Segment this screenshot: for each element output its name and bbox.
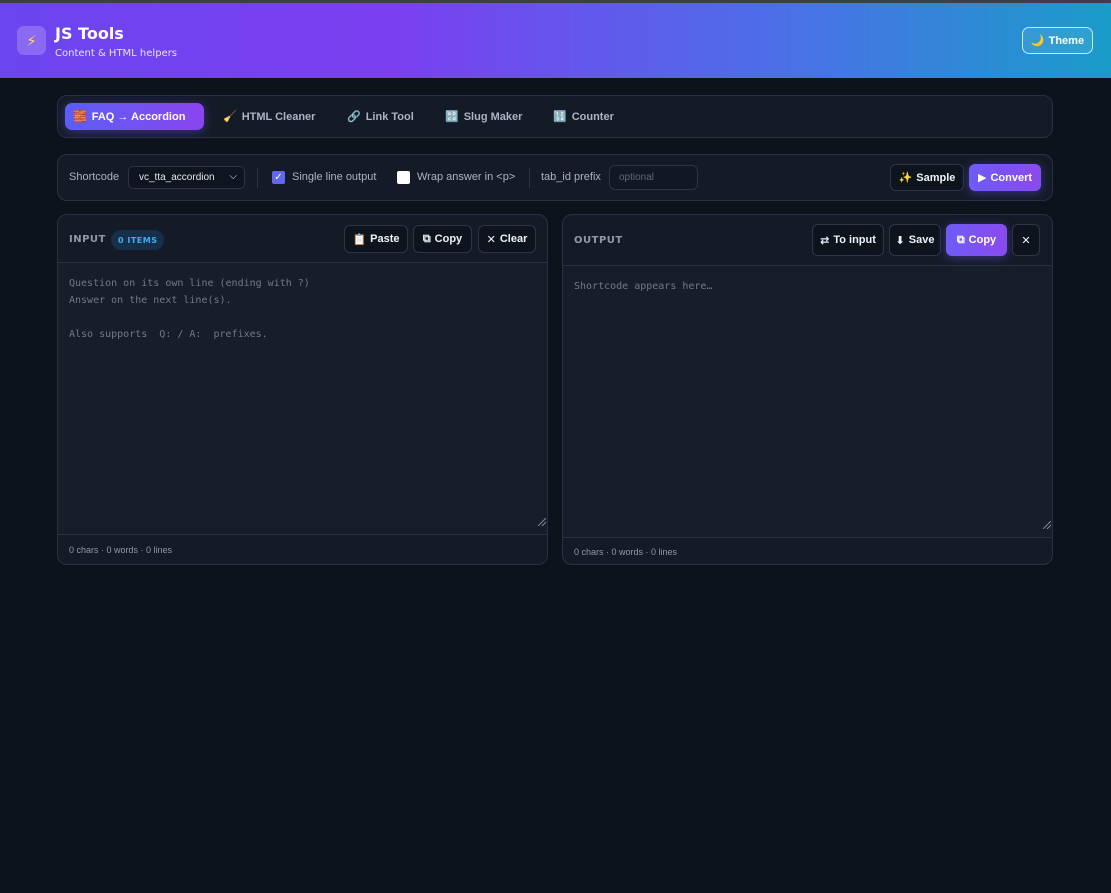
app-header: ⚡ JS Tools Content & HTML helpers 🌙 Them…	[0, 3, 1111, 78]
save-button-label: Save	[908, 234, 935, 246]
tab-counter[interactable]: 🔢 Counter	[545, 103, 622, 130]
output-title: OUTPUT	[574, 235, 623, 246]
tab-slug-maker[interactable]: 🔡 Slug Maker	[437, 103, 530, 130]
copy-input-button[interactable]: ⧉ Copy	[413, 225, 472, 253]
tab-html-cleaner[interactable]: 🧹 HTML Cleaner	[215, 103, 323, 130]
link-icon: 🔗	[347, 111, 361, 123]
tab-faq-accordion[interactable]: 🧱 FAQ → Accordion	[65, 103, 204, 130]
lightning-icon: ⚡	[17, 26, 46, 55]
shortcode-label: Shortcode	[69, 171, 120, 183]
copy-button-label: Copy	[968, 234, 997, 246]
tab-label: FAQ → Accordion	[91, 110, 186, 123]
app-title: JS Tools	[55, 24, 124, 43]
clear-button-label: Clear	[499, 233, 528, 245]
bricks-icon: 🧱	[73, 111, 87, 123]
sample-button-label: Sample	[916, 171, 956, 184]
shortcode-value: vc_tta_accordion	[139, 172, 215, 183]
input-textarea[interactable]: Question on its own line (ending with ?)…	[58, 263, 547, 534]
sparkles-icon: ✨	[898, 172, 913, 184]
tab-label: HTML Cleaner	[241, 110, 316, 123]
output-panel-header: OUTPUT ⇄ To input ⬇ Save ⧉ Copy ✕	[563, 215, 1052, 266]
tab-id-label: tab_id prefix	[541, 171, 601, 183]
single-line-label: Single line output	[292, 171, 377, 183]
clear-button[interactable]: ✕ Clear	[478, 225, 536, 253]
save-button[interactable]: ⬇ Save	[889, 224, 941, 256]
to-input-button[interactable]: ⇄ To input	[812, 224, 884, 256]
tab-link-tool[interactable]: 🔗 Link Tool	[339, 103, 422, 130]
item-count-badge: 0 ITEMS	[111, 230, 165, 250]
chevron-down-icon: ⌵	[229, 171, 237, 182]
convert-button[interactable]: ▶ Convert	[969, 164, 1041, 191]
input-title: INPUT	[69, 234, 106, 245]
clear-output-button[interactable]: ✕	[1012, 224, 1040, 256]
options-toolbar: Shortcode vc_tta_accordion ⌵ ✓ Single li…	[57, 154, 1053, 201]
tab-label: Slug Maker	[463, 110, 523, 123]
tool-tabs: 🧱 FAQ → Accordion 🧹 HTML Cleaner 🔗 Link …	[57, 95, 1053, 138]
app-subtitle: Content & HTML helpers	[55, 48, 178, 59]
single-line-checkbox[interactable]: ✓	[272, 171, 285, 184]
paste-button[interactable]: 📋 Paste	[344, 225, 408, 253]
close-icon: ✕	[486, 233, 496, 246]
wrap-answer-checkbox[interactable]	[397, 171, 410, 184]
tab-label: Link Tool	[365, 110, 414, 123]
theme-toggle-button[interactable]: 🌙 Theme	[1022, 27, 1093, 54]
play-icon: ▶	[977, 172, 987, 184]
shortcode-select[interactable]: vc_tta_accordion ⌵	[128, 166, 245, 189]
copy-button-label: Copy	[434, 233, 463, 245]
resize-handle-icon[interactable]	[538, 518, 546, 526]
divider	[529, 168, 530, 188]
swap-icon: ⇄	[820, 234, 830, 247]
tab-id-prefix-input[interactable]: optional	[609, 165, 698, 190]
download-icon: ⬇	[895, 234, 905, 247]
theme-button-label: Theme	[1048, 34, 1085, 47]
abc-icon: 🔡	[445, 111, 459, 123]
input-stats: 0 chars · 0 words · 0 lines	[58, 534, 547, 564]
to-input-button-label: To input	[833, 234, 876, 246]
divider	[257, 168, 258, 188]
clipboard-icon: 📋	[352, 233, 367, 246]
paste-button-label: Paste	[370, 233, 400, 245]
resize-handle-icon[interactable]	[1043, 521, 1051, 529]
close-icon: ✕	[1021, 234, 1031, 247]
tab-id-placeholder: optional	[619, 172, 655, 183]
sample-button[interactable]: ✨ Sample	[890, 164, 964, 191]
output-textarea[interactable]: Shortcode appears here…	[563, 266, 1052, 537]
input-panel: INPUT 0 ITEMS 📋 Paste ⧉ Copy ✕ Clear Que…	[57, 214, 548, 565]
numbers-icon: 🔢	[553, 111, 567, 123]
input-panel-header: INPUT 0 ITEMS 📋 Paste ⧉ Copy ✕ Clear	[58, 215, 547, 263]
broom-icon: 🧹	[223, 111, 237, 123]
convert-button-label: Convert	[990, 171, 1033, 184]
moon-icon: 🌙	[1030, 35, 1045, 47]
tab-label: Counter	[571, 110, 614, 123]
copy-icon: ⧉	[422, 232, 431, 245]
output-stats: 0 chars · 0 words · 0 lines	[563, 537, 1052, 565]
copy-output-button[interactable]: ⧉ Copy	[946, 224, 1007, 256]
wrap-answer-label: Wrap answer in <p>	[417, 171, 516, 183]
copy-icon: ⧉	[956, 233, 965, 246]
output-panel: OUTPUT ⇄ To input ⬇ Save ⧉ Copy ✕ Shortc…	[562, 214, 1053, 565]
